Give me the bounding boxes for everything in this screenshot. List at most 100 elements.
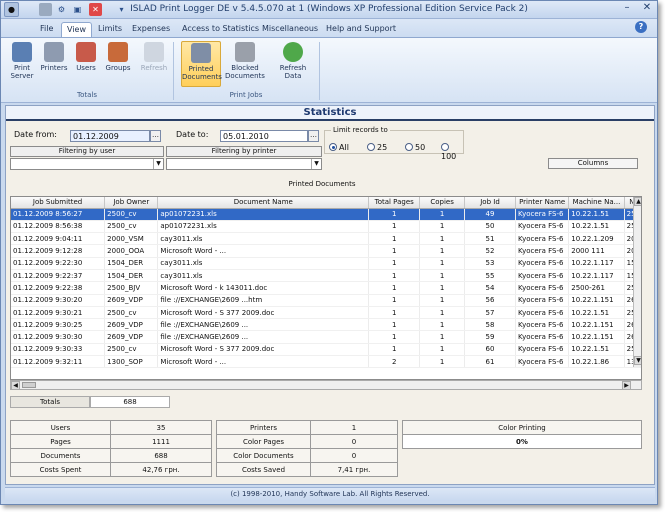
close-button[interactable]: ✕ [639,2,655,16]
table-row[interactable]: 01.12.2009 9:30:21 2500_cv Microsoft Word … [11,306,641,320]
table-cell: 1 [419,220,465,234]
column-header[interactable]: Machine Na... [568,197,625,209]
costs-saved-value: 7,41 грн. [310,462,398,477]
table-cell: 2500_cv [104,208,159,221]
column-header[interactable]: Copies [419,197,465,209]
column-header[interactable]: Printer Name [515,197,570,209]
date-from-input[interactable]: 01.12.2009 [70,130,150,142]
table-cell: 56 [464,294,517,307]
table-cell: 1 [419,318,465,332]
documents-table: Job Submitted Job Owner Document Name Total… [11,197,641,369]
scroll-up-icon[interactable]: ▲ [634,197,641,206]
table-cell: Microsoft Word - S 377 2009.doc [157,343,370,357]
table-cell: cay3011.xls [157,257,370,270]
table-cell: 2609_VDP [104,294,159,307]
column-header[interactable]: Job Owner [104,197,159,209]
printer-filter-select[interactable]: ▼ [166,158,322,170]
horizontal-scrollbar[interactable]: ◀ ▶ [10,380,642,390]
columns-button[interactable]: Columns [548,158,638,169]
table-cell: 1 [368,343,421,357]
column-header[interactable]: Job Id [464,197,517,209]
table-cell: 1 [368,294,421,307]
limit-25-radio[interactable]: 25 [367,143,387,152]
table-row[interactable]: 01.12.2009 9:22:38 2500_BJV Microsoft Word… [11,281,641,295]
tab-access-statistics[interactable]: Access to Statistics [177,22,264,37]
table-cell: 10.22.1.209 [568,232,625,246]
vertical-scrollbar[interactable]: ▲ ▼ [633,197,641,367]
table-row[interactable]: 01.12.2009 9:30:20 2609_VDP file ://EXCHAN… [11,294,641,307]
limit-all-radio[interactable]: All [329,143,349,152]
table-cell: 2000 111 [568,244,625,258]
table-cell: 1 [419,269,465,283]
scroll-thumb[interactable] [22,382,36,388]
tab-miscellaneous[interactable]: Miscellaneous [257,22,323,37]
table-cell: 01.12.2009 9:22:30 [11,257,106,270]
date-to-label: Date to: [176,130,209,139]
table-header-row: Job Submitted Job Owner Document Name Total… [11,197,641,209]
table-cell: 52 [464,244,517,258]
minimize-button[interactable]: – [619,2,635,16]
table-cell: cay3011.xls [157,232,370,246]
date-to-picker-button[interactable]: … [308,130,319,142]
refresh-data-button[interactable]: Refresh Data [273,41,313,87]
table-row[interactable]: 01.12.2009 9:30:33 2500_cv Microsoft Word … [11,343,641,357]
tab-view[interactable]: View [61,22,92,37]
table-row[interactable]: 01.12.2009 9:04:11 2000_VSM cay3011.xls 1 1 5… [11,232,641,246]
table-cell: 50 [464,220,517,234]
color-pages-label: Color Pages [216,434,311,449]
grid-caption: Printed Documents [288,180,356,188]
table-cell: 1 [419,257,465,270]
column-header[interactable]: Total Pages [368,197,421,209]
table-cell: cay3011.xls [157,269,370,283]
summary-color-table: Color Printing 0% [402,420,642,449]
date-to-input[interactable]: 05.01.2010 [220,130,308,142]
user-filter-select[interactable]: ▼ [10,158,164,170]
table-cell: 51 [464,232,517,246]
scroll-right-icon[interactable]: ▶ [622,381,631,390]
color-printing-value: 0% [402,434,642,449]
groups-button[interactable]: Groups [103,41,133,87]
chevron-down-icon: ▼ [153,159,163,169]
table-row[interactable]: 01.12.2009 9:22:37 1504_DER cay3011.xls 1 1 5… [11,269,641,283]
table-cell: 01.12.2009 9:04:11 [11,232,106,246]
table-cell: Microsoft Word - k 143011.doc [157,281,370,295]
scroll-left-icon[interactable]: ◀ [11,381,20,390]
printed-documents-button[interactable]: Printed Documents [181,41,222,87]
refresh-data-label: Refresh Data [279,64,307,80]
help-icon[interactable]: ? [635,21,647,33]
table-row[interactable]: 01.12.2009 8:56:27 2500_cv ap01072231.xls 1… [11,208,641,221]
users-button[interactable]: Users [71,41,101,87]
table-row[interactable]: 01.12.2009 9:12:28 2000_OOA Microsoft Word… [11,244,641,258]
table-cell: Kyocera FS-6 [515,269,570,283]
tab-help-support[interactable]: Help and Support [321,22,401,37]
print-server-button[interactable]: Print Server [7,41,37,87]
filter-by-printer-header: Filtering by printer [166,146,322,157]
limit-50-radio[interactable]: 50 [405,143,425,152]
users-label: Users [76,64,96,72]
tab-file[interactable]: File [35,22,58,37]
table-cell: 2000_VSM [104,232,159,246]
column-header[interactable]: Document Name [157,197,370,209]
table-cell: file ://EXCHANGE\2609 ...htm [157,294,370,307]
scroll-down-icon[interactable]: ▼ [634,356,641,365]
printers-button[interactable]: Printers [39,41,69,87]
table-cell: 54 [464,281,517,295]
statistics-title: Statistics [6,106,654,121]
refresh-totals-button[interactable]: Refresh [139,41,169,87]
limit-100-radio[interactable]: 100 [441,143,463,161]
tab-expenses[interactable]: Expenses [127,22,175,37]
tab-limits[interactable]: Limits [93,22,127,37]
table-row[interactable]: 01.12.2009 9:22:30 1504_DER cay3011.xls 1 1 5… [11,257,641,270]
table-cell: file ://EXCHANGE\2609 ... [157,330,370,344]
costs-spent-value: 42,76 грн. [110,462,212,477]
table-cell: 1 [419,281,465,295]
column-header[interactable]: Job Submitted [11,197,106,209]
table-row[interactable]: 01.12.2009 9:32:11 1300_SOP Microsoft Word… [11,355,641,369]
table-row[interactable]: 01.12.2009 9:30:25 2609_VDP file ://EXCHAN… [11,318,641,332]
table-row[interactable]: 01.12.2009 8:56:38 2500_cv ap01072231.xls 1… [11,220,641,234]
table-row[interactable]: 01.12.2009 9:30:30 2609_VDP file ://EXCHAN… [11,330,641,344]
blocked-documents-button[interactable]: Blocked Documents [225,41,265,87]
date-from-picker-button[interactable]: … [150,130,161,142]
table-cell: Kyocera FS-6 [515,208,570,221]
table-cell: 01.12.2009 9:30:25 [11,318,106,332]
